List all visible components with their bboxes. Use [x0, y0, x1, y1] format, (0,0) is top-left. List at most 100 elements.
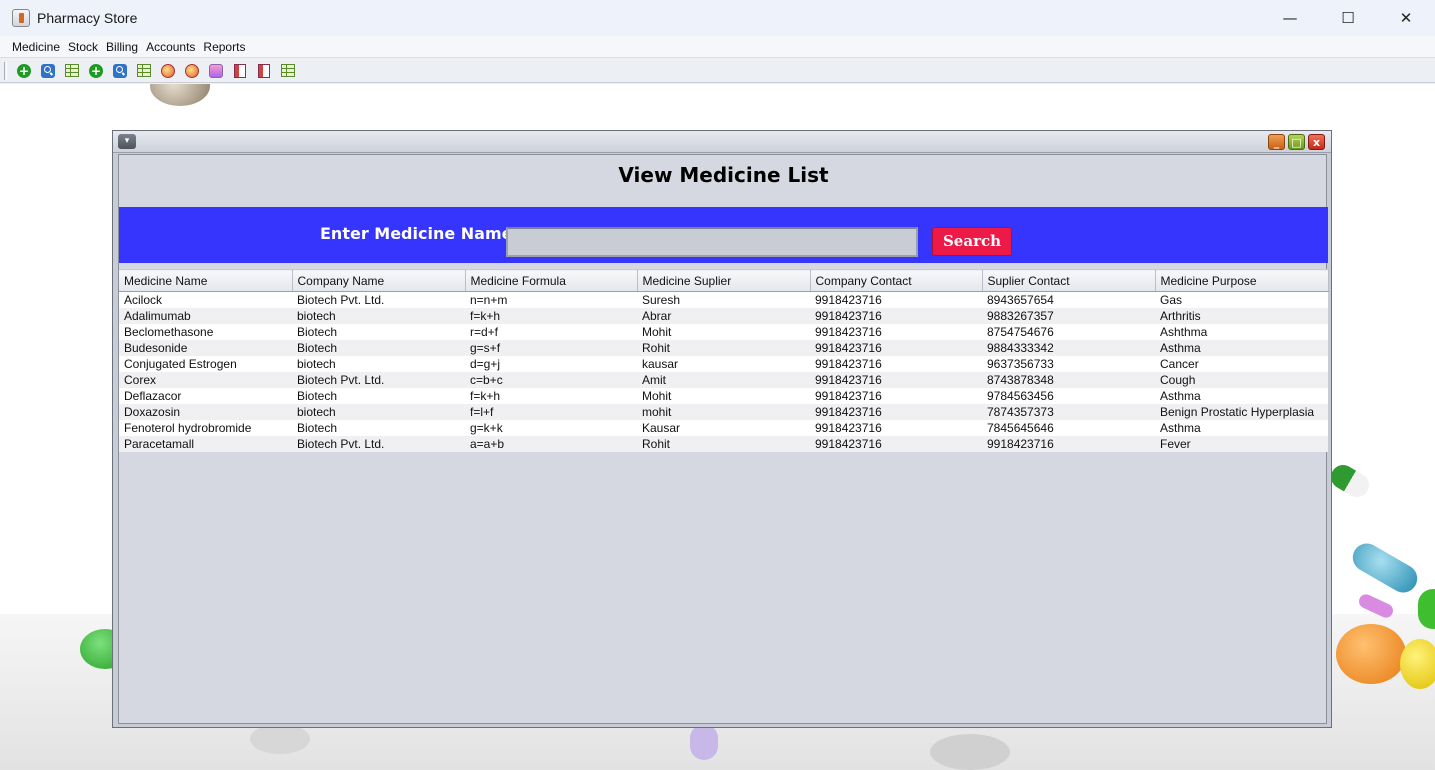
- table-cell[interactable]: Corex: [119, 371, 292, 388]
- menu-accounts[interactable]: Accounts: [142, 40, 199, 54]
- table-cell[interactable]: f=l+f: [465, 403, 637, 420]
- table-cell[interactable]: Biotech: [292, 419, 465, 436]
- medicine-sale-button[interactable]: [184, 63, 200, 79]
- menu-stock[interactable]: Stock: [64, 40, 102, 54]
- table-cell[interactable]: Paracetamall: [119, 435, 292, 452]
- table-cell[interactable]: n=n+m: [465, 291, 637, 308]
- search-button[interactable]: Search: [932, 227, 1012, 256]
- table-cell[interactable]: Biotech: [292, 339, 465, 356]
- table-cell[interactable]: Asthma: [1155, 387, 1328, 404]
- table-row[interactable]: Deflazacor Biotech f=k+h Mohit 9918423716 978…: [119, 387, 1328, 404]
- view-report-button[interactable]: [280, 63, 296, 79]
- table-row[interactable]: Adalimumab biotech f=k+h Abrar 9918423716 988…: [119, 307, 1328, 324]
- table-row[interactable]: Paracetamall Biotech Pvt. Ltd. a=a+b Rohit 9…: [119, 435, 1328, 452]
- table-row[interactable]: Beclomethasone Biotech r=d+f Mohit 991842371…: [119, 323, 1328, 340]
- table-cell[interactable]: r=d+f: [465, 323, 637, 340]
- column-header[interactable]: Company Contact: [810, 269, 983, 292]
- add-medicine-button[interactable]: +: [16, 63, 32, 79]
- table-cell[interactable]: biotech: [292, 307, 465, 324]
- table-cell[interactable]: Biotech: [292, 387, 465, 404]
- table-cell[interactable]: 9918423716: [810, 435, 982, 452]
- table-cell[interactable]: Asthma: [1155, 339, 1328, 356]
- table-cell[interactable]: Abrar: [637, 307, 810, 324]
- table-cell[interactable]: 9918423716: [810, 355, 982, 372]
- table-cell[interactable]: Beclomethasone: [119, 323, 292, 340]
- table-cell[interactable]: 9918423716: [810, 387, 982, 404]
- maximize-button[interactable]: ☐: [1319, 0, 1377, 36]
- table-cell[interactable]: Cancer: [1155, 355, 1328, 372]
- table-row[interactable]: Fenoterol hydrobromide Biotech g=k+k Kausar…: [119, 419, 1328, 436]
- table-cell[interactable]: 8754754676: [982, 323, 1155, 340]
- table-cell[interactable]: a=a+b: [465, 435, 637, 452]
- column-header[interactable]: Company Name: [292, 269, 466, 292]
- table-cell[interactable]: Biotech: [292, 323, 465, 340]
- table-row[interactable]: Conjugated Estrogen biotech d=g+j kausar 991…: [119, 355, 1328, 372]
- table-cell[interactable]: Mohit: [637, 323, 810, 340]
- table-cell[interactable]: Rohit: [637, 339, 810, 356]
- medicine-name-input[interactable]: [506, 227, 918, 257]
- table-cell[interactable]: 9918423716: [810, 403, 982, 420]
- table-cell[interactable]: 9918423716: [810, 339, 982, 356]
- bag-button[interactable]: [208, 63, 224, 79]
- add-stock-button[interactable]: +: [88, 63, 104, 79]
- table-cell[interactable]: 9918423716: [810, 371, 982, 388]
- table-cell[interactable]: g=k+k: [465, 419, 637, 436]
- table-cell[interactable]: f=k+h: [465, 387, 637, 404]
- table-cell[interactable]: 7845645646: [982, 419, 1155, 436]
- table-cell[interactable]: Acilock: [119, 291, 292, 308]
- frame-maximize-button[interactable]: □: [1288, 134, 1305, 150]
- table-cell[interactable]: 8943657654: [982, 291, 1155, 308]
- table-cell[interactable]: 9918423716: [810, 307, 982, 324]
- table-cell[interactable]: Suresh: [637, 291, 810, 308]
- toolbar-grip[interactable]: [4, 62, 7, 80]
- column-header[interactable]: Medicine Formula: [465, 269, 638, 292]
- table-cell[interactable]: 9883267357: [982, 307, 1155, 324]
- table-cell[interactable]: Adalimumab: [119, 307, 292, 324]
- table-cell[interactable]: Conjugated Estrogen: [119, 355, 292, 372]
- table-cell[interactable]: Biotech Pvt. Ltd.: [292, 291, 465, 308]
- table-cell[interactable]: Ashthma: [1155, 323, 1328, 340]
- table-cell[interactable]: c=b+c: [465, 371, 637, 388]
- frame-minimize-button[interactable]: _: [1268, 134, 1285, 150]
- table-cell[interactable]: Amit: [637, 371, 810, 388]
- table-cell[interactable]: 9918423716: [810, 419, 982, 436]
- table-cell[interactable]: Asthma: [1155, 419, 1328, 436]
- table-cell[interactable]: biotech: [292, 355, 465, 372]
- table-row[interactable]: Budesonide Biotech g=s+f Rohit 9918423716 988…: [119, 339, 1328, 356]
- table-cell[interactable]: 9918423716: [982, 435, 1155, 452]
- table-cell[interactable]: Cough: [1155, 371, 1328, 388]
- frame-titlebar[interactable]: ▾ _ □ x: [113, 131, 1331, 153]
- billing-button[interactable]: [160, 63, 176, 79]
- table-cell[interactable]: 9884333342: [982, 339, 1155, 356]
- table-cell[interactable]: Fenoterol hydrobromide: [119, 419, 292, 436]
- table-cell[interactable]: g=s+f: [465, 339, 637, 356]
- table-row[interactable]: Corex Biotech Pvt. Ltd. c=b+c Amit 991842371…: [119, 371, 1328, 388]
- table-cell[interactable]: Deflazacor: [119, 387, 292, 404]
- frame-close-button[interactable]: x: [1308, 134, 1325, 150]
- table-cell[interactable]: Mohit: [637, 387, 810, 404]
- column-header[interactable]: Medicine Purpose: [1155, 269, 1329, 292]
- column-header[interactable]: Suplier Contact: [982, 269, 1156, 292]
- table-cell[interactable]: 9918423716: [810, 291, 982, 308]
- table-cell[interactable]: Biotech Pvt. Ltd.: [292, 435, 465, 452]
- table-cell[interactable]: Benign Prostatic Hyperplasia: [1155, 403, 1328, 420]
- table-cell[interactable]: 8743878348: [982, 371, 1155, 388]
- table-cell[interactable]: Rohit: [637, 435, 810, 452]
- table-cell[interactable]: d=g+j: [465, 355, 637, 372]
- column-header[interactable]: Medicine Name: [119, 269, 293, 292]
- report-button-2[interactable]: [256, 63, 272, 79]
- table-cell[interactable]: 9784563456: [982, 387, 1155, 404]
- table-cell[interactable]: 9918423716: [810, 323, 982, 340]
- menu-billing[interactable]: Billing: [102, 40, 142, 54]
- table-cell[interactable]: Fever: [1155, 435, 1328, 452]
- search-stock-button[interactable]: [112, 63, 128, 79]
- table-cell[interactable]: Gas: [1155, 291, 1328, 308]
- view-medicine-button[interactable]: [64, 63, 80, 79]
- table-cell[interactable]: Biotech Pvt. Ltd.: [292, 371, 465, 388]
- report-button-1[interactable]: [232, 63, 248, 79]
- table-cell[interactable]: Arthritis: [1155, 307, 1328, 324]
- table-cell[interactable]: 7874357373: [982, 403, 1155, 420]
- table-cell[interactable]: f=k+h: [465, 307, 637, 324]
- table-cell[interactable]: Doxazosin: [119, 403, 292, 420]
- table-cell[interactable]: kausar: [637, 355, 810, 372]
